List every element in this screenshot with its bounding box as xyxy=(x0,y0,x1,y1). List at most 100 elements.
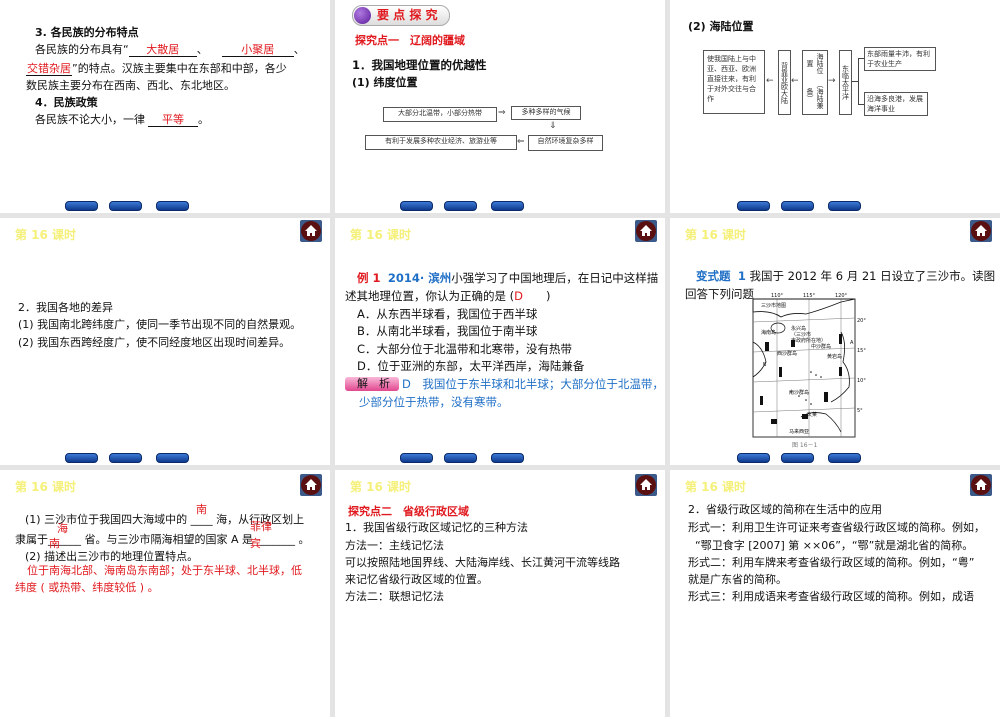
nav-button-1[interactable] xyxy=(737,201,770,211)
option-c: C．大部分位于北温带和北寒带，没有热带 xyxy=(357,342,573,356)
arrow-right-icon: → xyxy=(828,76,836,86)
map-label: 黄岩岛 xyxy=(827,354,843,360)
home-button[interactable] xyxy=(635,474,657,496)
home-icon xyxy=(971,475,991,495)
map-label: 15° xyxy=(857,348,866,354)
text-line: 1．我国省级行政区域记忆的三种方法 xyxy=(345,521,528,534)
nav-button-3[interactable] xyxy=(828,201,861,211)
text-line: 形式三：利用成语来考查省级行政区域的简称。例如，成语 xyxy=(688,590,974,603)
slide-example-1: 第 16 课时 例 1 2014· 滨州小强学习了中国地理后，在日记中这样描 述… xyxy=(335,218,665,465)
nav-button-3[interactable] xyxy=(491,453,524,463)
slide-abbreviation-usage: 第 16 课时 2．省级行政区域的简称在生活中的应用 形式一：利用卫生许可证来考… xyxy=(670,470,1000,717)
nav-button-1[interactable] xyxy=(737,453,770,463)
home-icon xyxy=(301,475,321,495)
lesson-title: 第 16 课时 xyxy=(15,480,77,494)
analysis-badge: 解 析 xyxy=(345,377,399,391)
home-button[interactable] xyxy=(300,220,322,242)
answer-blank: 交错杂居 xyxy=(26,62,72,76)
lesson-title: 第 16 课时 xyxy=(685,480,747,494)
heading: 3. 各民族的分布特点 xyxy=(35,26,139,39)
map-label: B xyxy=(763,362,767,368)
map-label: A xyxy=(850,340,854,346)
arrow-left-icon: ⇐ xyxy=(517,137,525,147)
text-line: 可以按照陆地国界线、大陆海岸线、长江黄河干流等线路 xyxy=(345,556,620,569)
subheading: (1) 纬度位置 xyxy=(352,76,418,89)
map-label: 115° xyxy=(803,293,816,299)
nav-button-1[interactable] xyxy=(65,453,98,463)
nav-button-3[interactable] xyxy=(156,201,189,211)
text-line: 2．省级行政区域的简称在生活中的应用 xyxy=(688,503,882,516)
question-line: 回答下列问题 xyxy=(685,287,754,301)
nav-button-1[interactable] xyxy=(65,201,98,211)
text-line: 方法二：联想记忆法 xyxy=(345,590,444,603)
heading: 4．民族政策 xyxy=(35,96,98,109)
lesson-title: 第 16 课时 xyxy=(350,480,412,494)
answer-blank: 大散居 xyxy=(128,44,197,57)
lesson-title: 第 16 课时 xyxy=(685,228,747,242)
badge-label: 要 点 探 究 xyxy=(377,8,438,22)
arrow-right-icon: ⇒ xyxy=(498,108,506,118)
heading: (2) 海陆位置 xyxy=(688,20,754,33)
text-line: 方法一：主线记忆法 xyxy=(345,539,444,552)
slide-sansha-answers: 第 16 课时 南 (1) 三沙市位于我国四大海域中的 ____ 海，从行政区划… xyxy=(0,470,330,717)
text-line: 形式一：利用卫生许可证来考查省级行政区域的简称。例如， xyxy=(688,521,985,534)
slide-regional-differences: 第 16 课时 2．我国各地的差异 (1) 我国南北跨纬度广，使同一季节出现不同… xyxy=(0,218,330,465)
option-b: B．从南北半球看，我国位于南半球 xyxy=(357,324,538,338)
text-line: 形式二：利用车牌来考查省级行政区域的简称。例如，“粤” xyxy=(688,556,975,569)
arrow-down-icon: ⇓ xyxy=(549,121,557,131)
text-line: 来记忆省级行政区域的位置。 xyxy=(345,573,488,586)
nav-button-3[interactable] xyxy=(828,453,861,463)
map-label: 西沙群岛 xyxy=(777,351,798,357)
map-label: 文莱 xyxy=(807,412,818,418)
home-button[interactable] xyxy=(635,220,657,242)
nav-button-1[interactable] xyxy=(400,453,433,463)
home-button[interactable] xyxy=(970,220,992,242)
text-line: (1) 我国南北跨纬度广，使同一季节出现不同的自然景观。 xyxy=(18,318,302,331)
analysis-text: D 我国位于东半球和北半球；大部分位于北温带， xyxy=(402,377,664,391)
nav-button-1[interactable] xyxy=(400,201,433,211)
question-line: (2) 描述出三沙市的地理位置特点。 xyxy=(25,550,199,563)
answer-blank: 小聚居 xyxy=(221,44,294,57)
map-label: 10° xyxy=(857,378,866,384)
flow-box: 海陆位置 （海陆兼备） xyxy=(802,50,828,115)
answer: 南 xyxy=(49,537,60,550)
answer: 宾 xyxy=(250,537,261,550)
nav-button-2[interactable] xyxy=(444,201,477,211)
flow-box: 大部分北温带，小部分热带 xyxy=(383,107,497,122)
slide-latitude-position: 要 点 探 究 探究点一 辽阔的疆域 1．我国地理位置的优越性 (1) 纬度位置… xyxy=(335,0,665,213)
text-line: 数民族主要分布在西南、西北、东北地区。 xyxy=(26,79,235,92)
home-button[interactable] xyxy=(300,474,322,496)
slide-ethnic-distribution: 3. 各民族的分布特点 各民族的分布具有“ 大散居、小聚居、 交错杂居”的特点。汉… xyxy=(0,0,330,213)
section-badge: 要 点 探 究 xyxy=(352,5,450,26)
map-label: 20° xyxy=(857,318,866,324)
heading: 2．我国各地的差异 xyxy=(18,301,113,314)
home-icon xyxy=(301,221,321,241)
home-icon xyxy=(636,475,656,495)
nav-button-2[interactable] xyxy=(109,201,142,211)
text-line: 各民族的分布具有“ 大散居、小聚居、 xyxy=(35,43,305,57)
nav-button-2[interactable] xyxy=(109,453,142,463)
nav-button-3[interactable] xyxy=(156,453,189,463)
flow-box: 沿海多良港，发展海洋事业 xyxy=(864,92,928,116)
nav-button-3[interactable] xyxy=(491,201,524,211)
flow-box: 东临太平洋 xyxy=(839,50,852,115)
analysis-text: 少部分位于热带，没有寒带。 xyxy=(359,395,509,409)
text-line: (2) 我国东西跨经度广，使不同经度地区出现时间差异。 xyxy=(18,336,291,349)
nav-button-2[interactable] xyxy=(444,453,477,463)
nav-button-2[interactable] xyxy=(781,201,814,211)
flow-box: 自然环境复杂多样 xyxy=(528,135,603,151)
home-button[interactable] xyxy=(970,474,992,496)
nav-button-2[interactable] xyxy=(781,453,814,463)
lesson-title: 第 16 课时 xyxy=(350,228,412,242)
home-icon xyxy=(971,221,991,241)
heading: 1．我国地理位置的优越性 xyxy=(352,58,487,72)
option-d: D．位于亚洲的东部，太平洋西岸，海陆兼备 xyxy=(357,359,585,373)
sansha-map: 110° 115° 120° 三沙市地图 20° 15° 10° 5° 海南岛 … xyxy=(751,292,866,438)
answer-line: 位于南海北部、海南岛东南部；处于东半球、北半球，低 xyxy=(27,564,302,577)
arrow-left-icon: ← xyxy=(766,76,774,86)
answer-blank: 平等 xyxy=(148,114,198,127)
slide-variant-question: 第 16 课时 变式题 1 我国于 2012 年 6 月 21 日设立了三沙市。… xyxy=(670,218,1000,465)
question-line: 述其地理位置，你认为正确的是 (D ) xyxy=(345,289,551,303)
map-label: 120° xyxy=(835,293,848,299)
text-line: 各民族不论大小，一律 平等。 xyxy=(35,113,209,127)
